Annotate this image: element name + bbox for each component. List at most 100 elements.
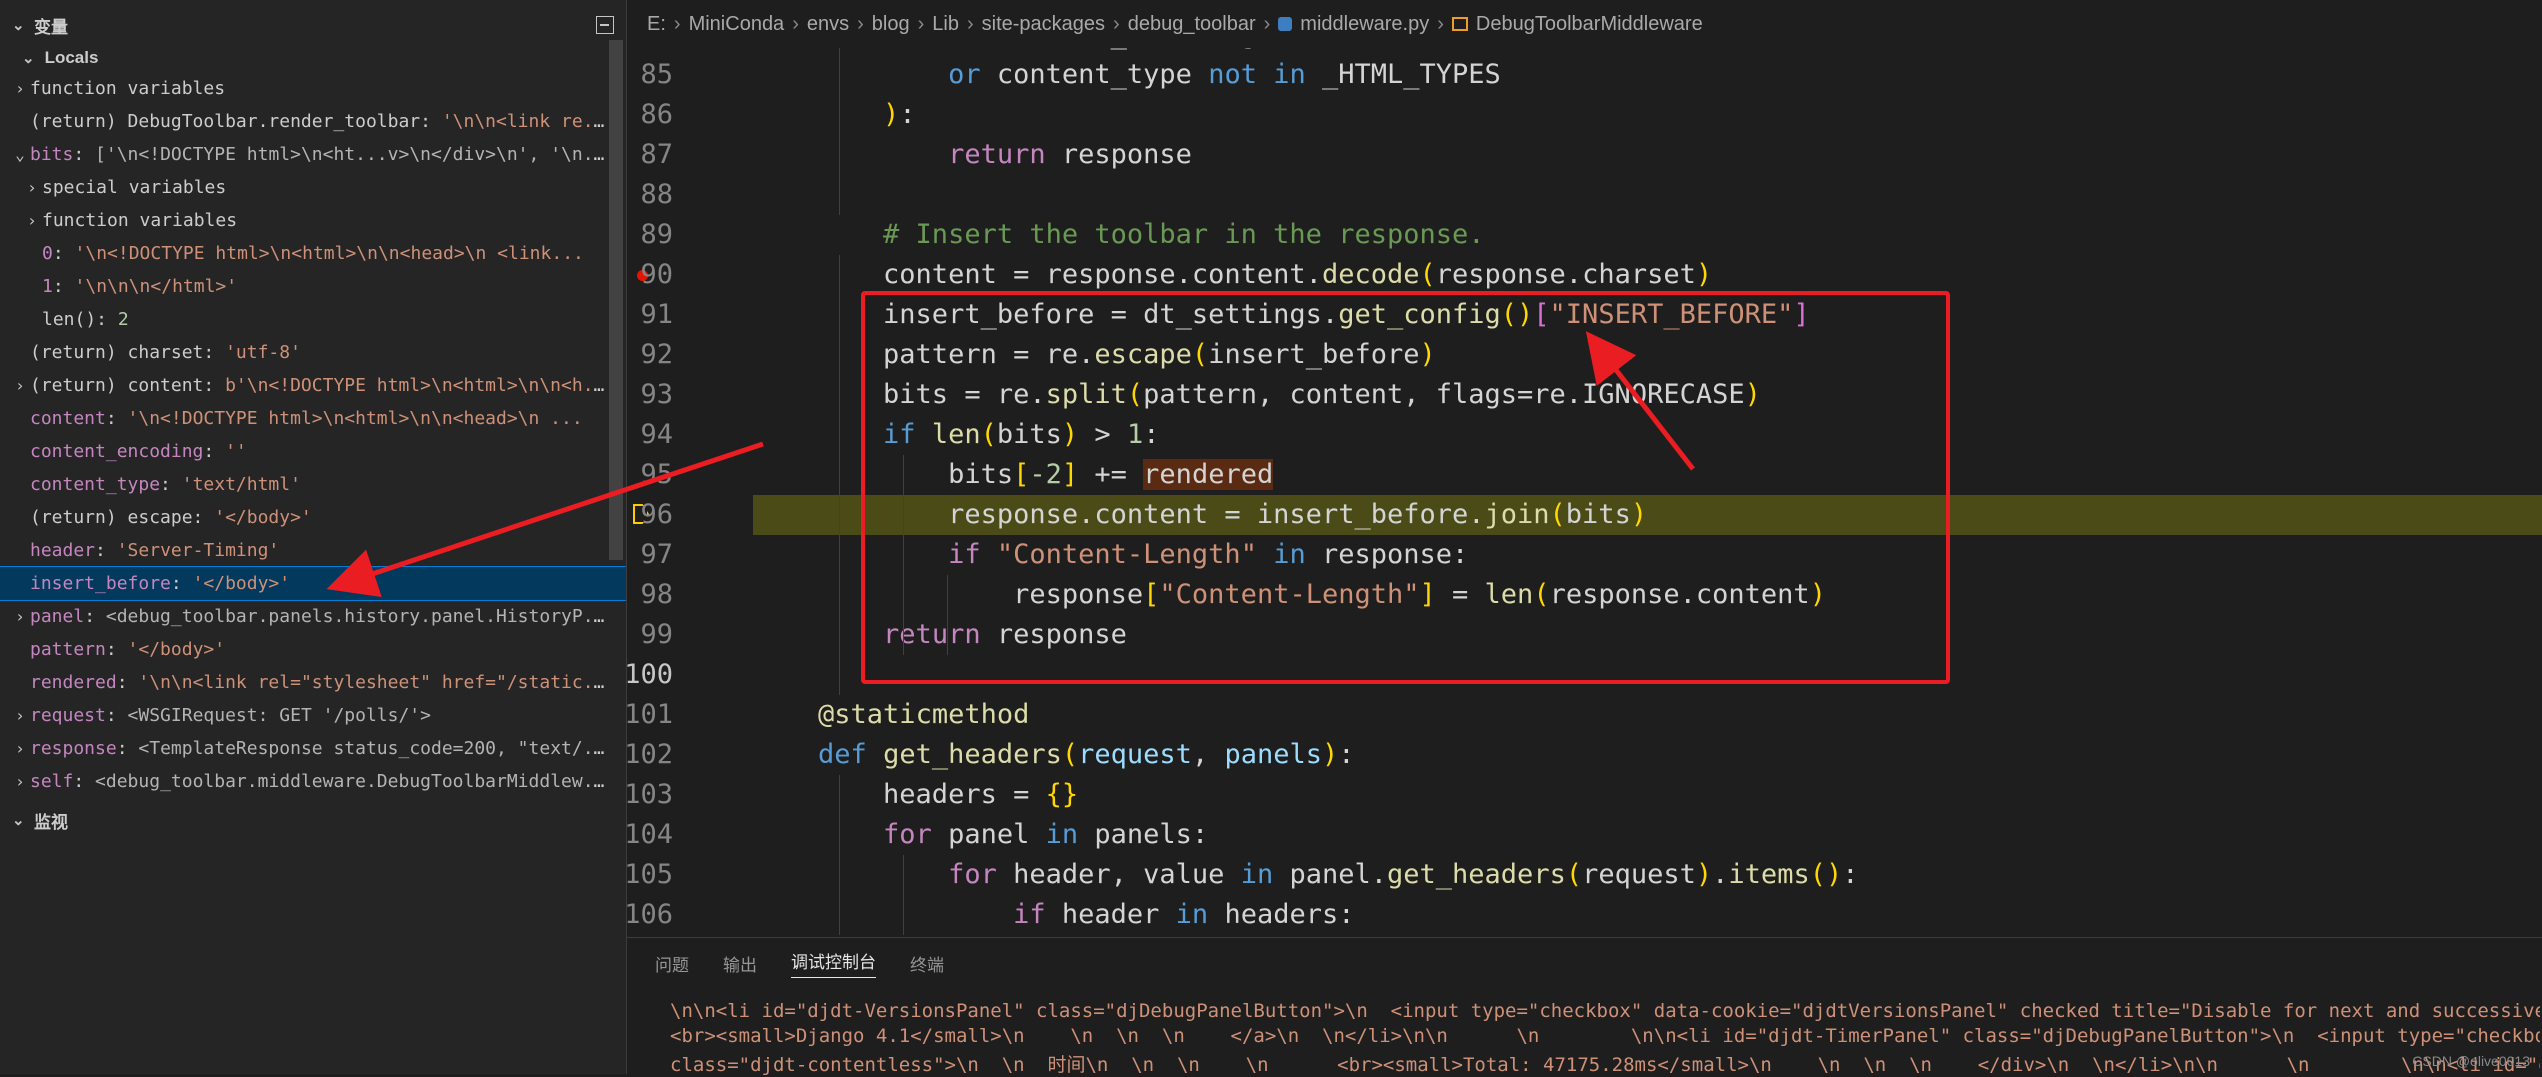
variable-text: self <box>30 771 74 792</box>
code-line[interactable]: 87 return response <box>627 135 2542 175</box>
gutter[interactable]: 101 <box>627 695 753 735</box>
gutter[interactable]: 98 <box>627 575 753 615</box>
variable-row[interactable]: › response: <TemplateResponse status_code… <box>0 732 626 765</box>
breadcrumb-item[interactable]: DebugToolbarMiddleware <box>1476 13 1703 36</box>
gutter[interactable]: 94 <box>627 415 753 455</box>
variable-row[interactable]: 0: '\n<!DOCTYPE html>\n<html>\n\n<head>\… <box>0 237 626 270</box>
gutter[interactable]: 104 <box>627 815 753 855</box>
gutter[interactable]: 93 <box>627 375 753 415</box>
code-token: ) <box>1322 739 1339 770</box>
code-line[interactable]: 86 ): <box>627 95 2542 135</box>
gutter[interactable]: 89 <box>627 215 753 255</box>
variable-row[interactable]: › special variables <box>0 171 626 204</box>
gutter[interactable]: 100 <box>627 655 753 695</box>
code-line[interactable]: 102 def get_headers(request, panels): <box>627 735 2542 775</box>
watch-section-header[interactable]: ⌄ 监视 <box>0 805 626 835</box>
gutter[interactable]: 99 <box>627 615 753 655</box>
code-line[interactable]: 89 # Insert the toolbar in the response. <box>627 215 2542 255</box>
variable-text: panel <box>30 606 85 627</box>
chevron-right-icon[interactable]: › <box>10 732 30 765</box>
variable-row[interactable]: › (return) content: b'\n<!DOCTYPE html>\n… <box>0 369 626 402</box>
gutter[interactable]: 86 <box>627 95 753 135</box>
gutter[interactable]: 102 <box>627 735 753 775</box>
variable-row[interactable]: header: 'Server-Timing' <box>0 534 626 567</box>
chevron-down-icon: ⌄ <box>12 17 25 34</box>
variable-text: <debug_toolbar.middleware.DebugToolbarMi… <box>95 771 616 792</box>
breadcrumb-item[interactable]: site-packages <box>982 13 1105 36</box>
breadcrumb-item[interactable]: E: <box>647 13 666 36</box>
breadcrumb-item[interactable]: middleware.py <box>1300 13 1429 36</box>
panel-tab[interactable]: 输出 <box>723 951 757 976</box>
code-token: ) <box>1695 259 1713 290</box>
variables-title: 变量 <box>34 17 68 37</box>
variable-row[interactable]: content: '\n<!DOCTYPE html>\n<html>\n\n<… <box>0 402 626 435</box>
panel-tab[interactable]: 终端 <box>910 951 944 976</box>
locals-scope-header[interactable]: ⌄ Locals <box>0 46 626 70</box>
chevron-right-icon[interactable]: › <box>10 765 30 798</box>
code-token: get_headers <box>883 739 1062 770</box>
variable-row[interactable]: › request: <WSGIRequest: GET '/polls/'> <box>0 699 626 732</box>
gutter[interactable]: 95 <box>627 455 753 495</box>
variables-section-header[interactable]: ⌄ 变量 <box>0 10 626 40</box>
code-line[interactable]: 106 if header in headers: <box>627 895 2542 935</box>
breadcrumb-item[interactable]: MiniConda <box>689 13 785 36</box>
gutter[interactable]: 85 <box>627 55 753 95</box>
chevron-right-icon: › <box>792 12 799 35</box>
variable-row[interactable]: content_encoding: '' <box>0 435 626 468</box>
variable-row[interactable]: pattern: '</body>' <box>0 633 626 666</box>
gutter[interactable]: 88 <box>627 175 753 215</box>
sidebar-scrollbar[interactable] <box>609 40 623 560</box>
variable-row[interactable]: › function variables <box>0 204 626 237</box>
variable-row[interactable]: › panel: <debug_toolbar.panels.history.pa… <box>0 600 626 633</box>
code-token: : <box>1338 739 1355 770</box>
variable-row[interactable]: 1: '\n\n\n</html>' <box>0 270 626 303</box>
gutter[interactable]: 90 <box>627 255 753 295</box>
variable-row[interactable]: › self: <debug_toolbar.middleware.DebugTo… <box>0 765 626 798</box>
variable-row[interactable]: (return) charset: 'utf-8' <box>0 336 626 369</box>
variable-row[interactable]: › function variables <box>0 72 626 105</box>
chevron-right-icon: › <box>1113 12 1120 35</box>
variable-row[interactable]: insert_before: '</body>' <box>0 566 626 601</box>
code-line[interactable]: 101 @staticmethod <box>627 695 2542 735</box>
collapse-all-icon[interactable] <box>596 16 614 34</box>
gutter[interactable]: 103 <box>627 775 753 815</box>
breadcrumb-item[interactable]: debug_toolbar <box>1128 13 1256 36</box>
chevron-right-icon[interactable]: › <box>10 369 30 402</box>
chevron-right-icon[interactable]: › <box>10 699 30 732</box>
panel-tab[interactable]: 调试控制台 <box>791 948 876 978</box>
panel-tab[interactable]: 问题 <box>655 951 689 976</box>
code-token: in <box>1240 859 1290 890</box>
chevron-down-icon[interactable]: ⌄ <box>10 138 30 171</box>
chevron-right-icon[interactable]: › <box>10 72 30 105</box>
variable-text: : <box>73 144 96 165</box>
breadcrumb-item[interactable]: envs <box>807 13 849 36</box>
variable-row[interactable]: ⌄ bits: ['\n<!DOCTYPE html>\n<ht...v>\n</… <box>0 138 626 171</box>
code-line[interactable]: 103 headers = {} <box>627 775 2542 815</box>
variable-text: len(): <box>42 309 118 330</box>
code-line[interactable]: 85 or content_type not in _HTML_TYPES <box>627 55 2542 95</box>
gutter[interactable]: 91 <box>627 295 753 335</box>
variable-row[interactable]: len(): 2 <box>0 303 626 336</box>
gutter[interactable]: 87 <box>627 135 753 175</box>
code-line[interactable]: 104 for panel in panels: <box>627 815 2542 855</box>
gutter[interactable]: 105 <box>627 855 753 895</box>
chevron-right-icon[interactable]: › <box>22 204 42 237</box>
code-line[interactable]: 88 <box>627 175 2542 215</box>
gutter[interactable]: 97 <box>627 535 753 575</box>
variable-row[interactable]: (return) DebugToolbar.render_toolbar: '\… <box>0 105 626 138</box>
line-number: 94 <box>640 419 673 450</box>
code-line[interactable]: 90 content = response.content.decode(res… <box>627 255 2542 295</box>
line-number: 101 <box>627 699 673 730</box>
breadcrumb-item[interactable]: Lib <box>932 13 959 36</box>
gutter[interactable]: 106 <box>627 895 753 935</box>
variable-row[interactable]: content_type: 'text/html' <box>0 468 626 501</box>
gutter[interactable]: 92 <box>627 335 753 375</box>
variable-row[interactable]: rendered: '\n\n<link rel="stylesheet" hr… <box>0 666 626 699</box>
breadcrumb-item[interactable]: blog <box>872 13 910 36</box>
gutter[interactable]: 96 <box>627 495 753 535</box>
chevron-right-icon[interactable]: › <box>22 171 42 204</box>
code-line[interactable]: 105 for header, value in panel.get_heade… <box>627 855 2542 895</box>
variable-row[interactable]: (return) escape: '</body>' <box>0 501 626 534</box>
chevron-right-icon[interactable]: › <box>10 600 30 633</box>
